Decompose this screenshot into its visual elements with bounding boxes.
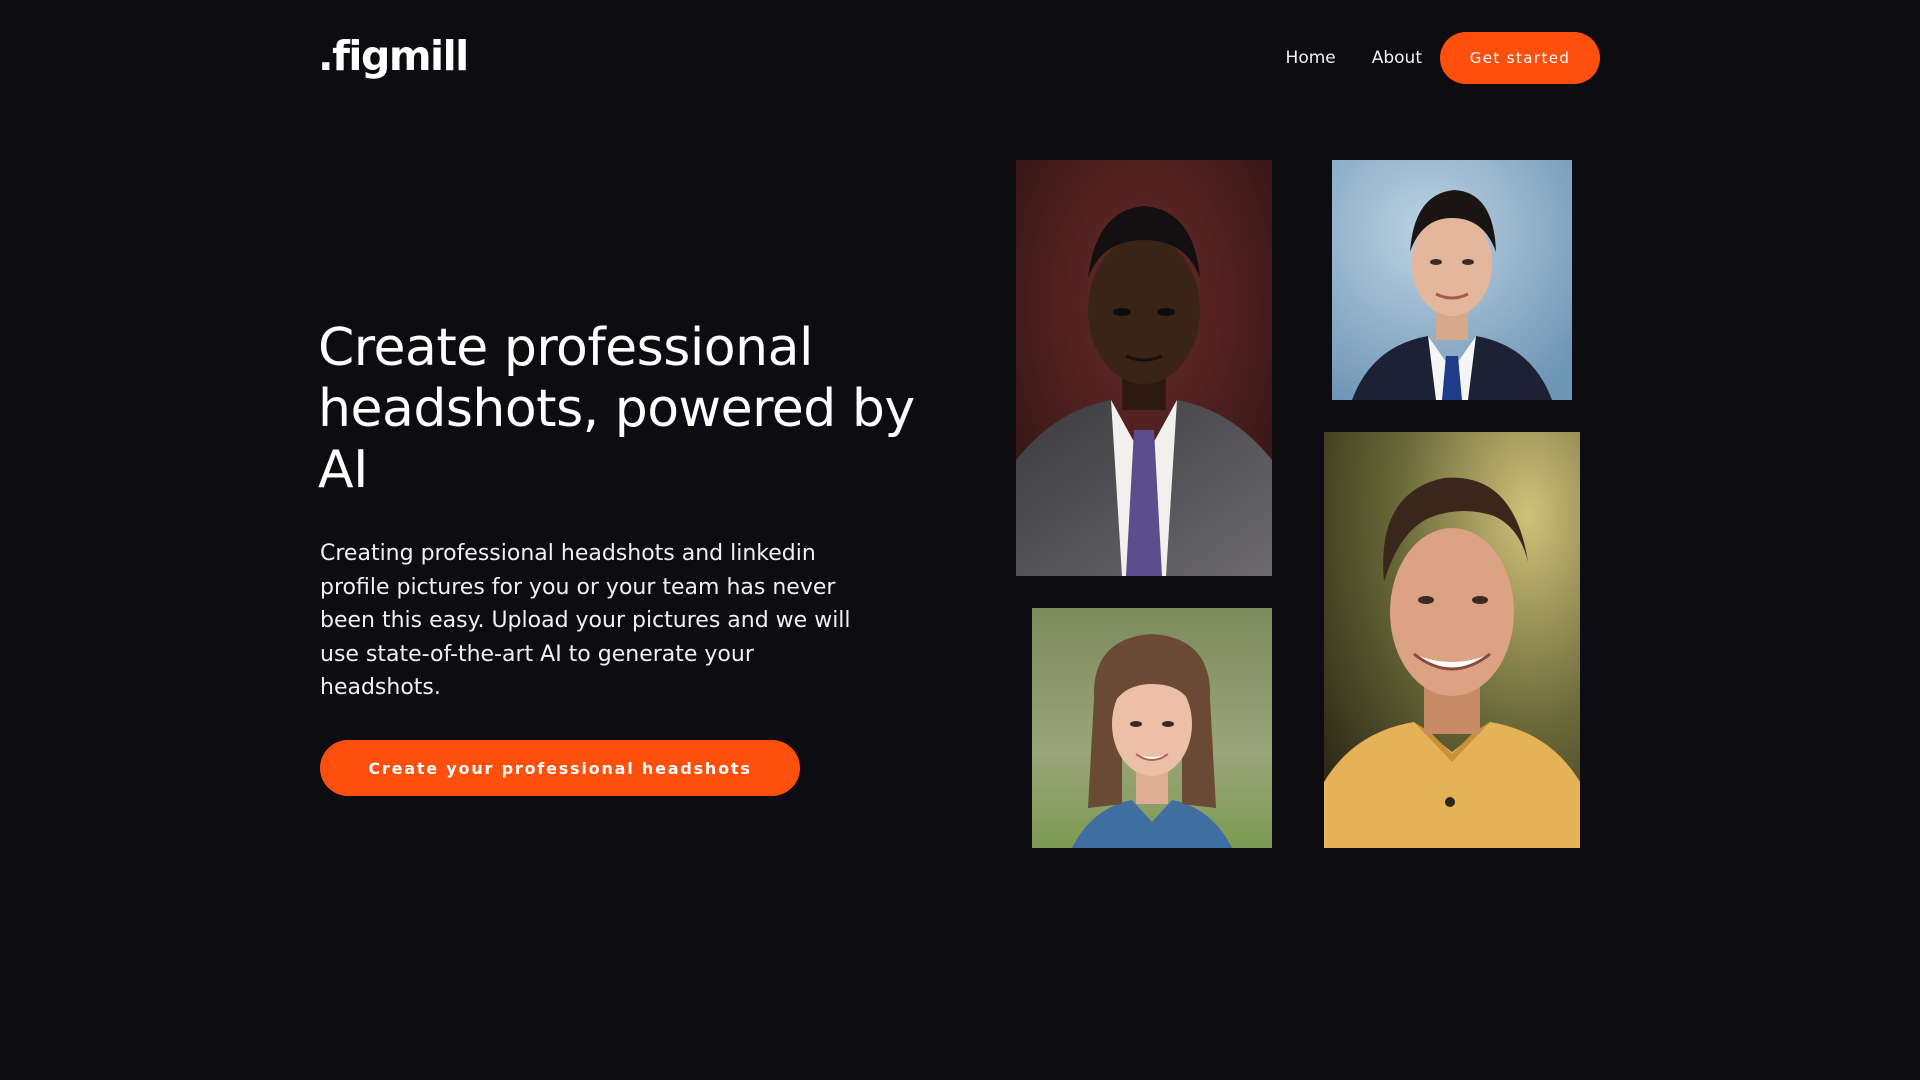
headshot-portrait-man-suit-blue-background-icon xyxy=(1332,160,1572,400)
logo[interactable]: .figmill xyxy=(318,30,469,82)
hero-title: Create professional headshots, powered b… xyxy=(318,318,915,500)
nav-link-home[interactable]: Home xyxy=(1286,48,1336,68)
headshot-portrait-man-suit-purple-tie-icon xyxy=(1016,160,1272,576)
hero-description: Creating professional headshots and link… xyxy=(320,541,851,700)
top-nav: Home About Get started xyxy=(1286,32,1600,84)
headshot-photo-4 xyxy=(1032,608,1272,848)
headshot-portrait-woman-denim-jacket-icon xyxy=(1032,608,1272,848)
headshot-photo-2 xyxy=(1332,160,1572,400)
nav-link-about[interactable]: About xyxy=(1372,48,1422,68)
create-headshots-button[interactable]: Create your professional headshots xyxy=(320,740,800,796)
headshot-portrait-man-yellow-polo-icon xyxy=(1324,432,1580,848)
headshot-photo-3 xyxy=(1324,432,1580,848)
get-started-button[interactable]: Get started xyxy=(1440,32,1600,84)
headshot-photo-1 xyxy=(1016,160,1272,576)
